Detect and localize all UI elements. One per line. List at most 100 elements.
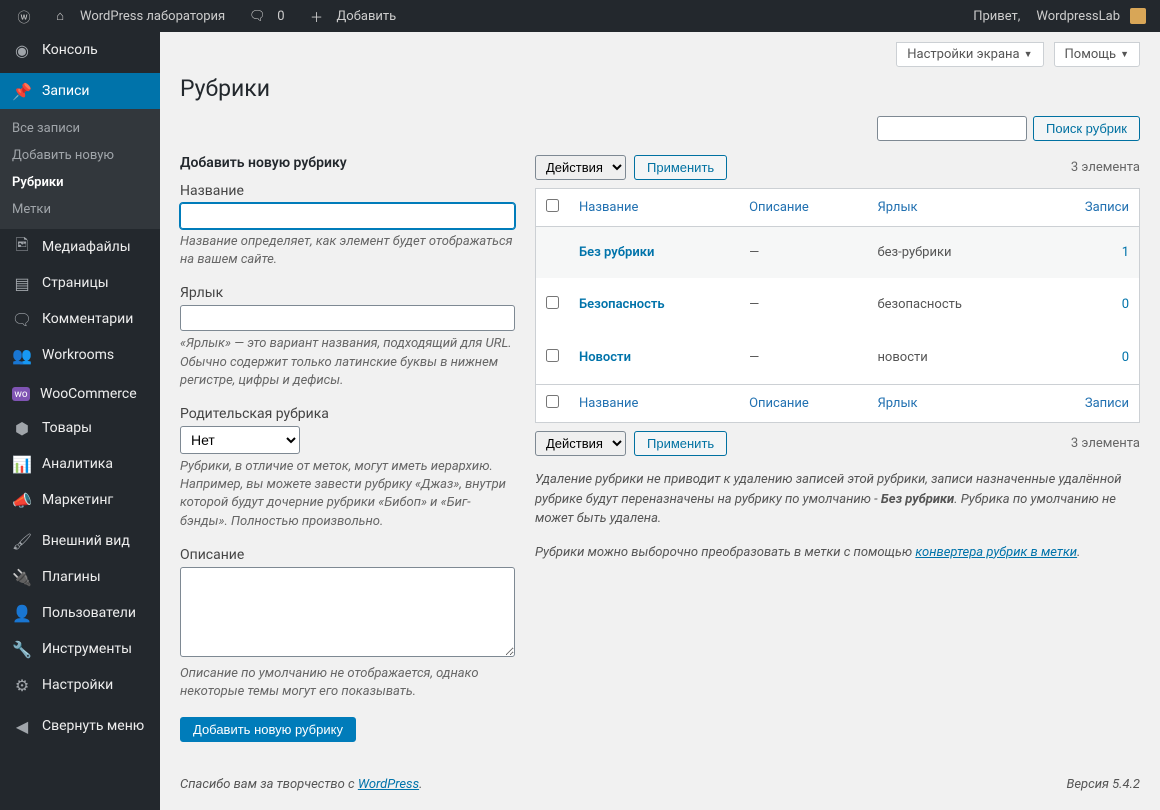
footer: Спасибо вам за творчество с WordPress. В… (160, 759, 1160, 810)
name-help: Название определяет, как элемент будет о… (180, 233, 515, 269)
submit-button[interactable]: Добавить новую рубрику (180, 717, 356, 742)
submenu-posts: Все записи Добавить новую Рубрики Метки (0, 109, 160, 229)
items-count-bottom: 3 элемента (1071, 436, 1140, 451)
page-title: Рубрики (180, 75, 1140, 102)
wordpress-icon: ⓦ (14, 6, 34, 26)
posts-count-link[interactable]: 0 (1122, 297, 1129, 312)
menu-comments[interactable]: 🗨Комментарии (0, 301, 160, 337)
col-slug[interactable]: Ярлык (867, 384, 1035, 422)
menu-workrooms[interactable]: 👥Workrooms (0, 337, 160, 373)
bulk-action-select-bottom[interactable]: Действия (535, 431, 626, 456)
wp-logo[interactable]: ⓦ (8, 6, 40, 26)
chevron-down-icon: ▼ (1120, 49, 1129, 60)
add-new-link[interactable]: ＋Добавить (301, 6, 409, 26)
user-name: WordpressLab (1030, 9, 1126, 24)
category-name-link[interactable]: Безопасность (579, 297, 665, 312)
comments-link[interactable]: 🗨0 (241, 6, 296, 26)
table-row: Новости—новости0 (536, 331, 1139, 384)
menu-products[interactable]: ⬢Товары (0, 410, 160, 446)
box-icon: ⬢ (12, 418, 32, 438)
admin-menu: ◉Консоль 📌Записи Все записи Добавить нов… (0, 32, 160, 810)
bulk-action-select-top[interactable]: Действия (535, 155, 626, 180)
comments-count: 0 (271, 9, 290, 24)
user-icon: 👤 (12, 603, 32, 623)
submenu-categories[interactable]: Рубрики (0, 169, 160, 196)
category-slug: без-рубрики (867, 227, 1035, 278)
brush-icon: 🖌 (12, 531, 32, 551)
account-link[interactable]: Привет, WordpressLab (961, 8, 1152, 24)
menu-dashboard[interactable]: ◉Консоль (0, 32, 160, 68)
chevron-left-icon: ◀ (12, 716, 32, 736)
site-link[interactable]: ⌂ WordPress лаборатория (44, 6, 237, 26)
col-name[interactable]: Название (569, 189, 739, 227)
col-posts[interactable]: Записи (1036, 189, 1139, 227)
posts-count-link[interactable]: 1 (1122, 245, 1129, 260)
dashboard-icon: ◉ (12, 40, 32, 60)
name-label: Название (180, 183, 515, 199)
avatar-icon (1130, 8, 1146, 24)
woo-icon: wo (12, 387, 30, 401)
help-button[interactable]: Помощь ▼ (1054, 42, 1140, 67)
search-input[interactable] (877, 116, 1027, 141)
row-checkbox[interactable] (546, 296, 559, 309)
menu-analytics[interactable]: 📊Аналитика (0, 446, 160, 482)
items-count-top: 3 элемента (1071, 160, 1140, 175)
select-all-top[interactable] (546, 199, 559, 212)
menu-settings[interactable]: ⚙Настройки (0, 667, 160, 703)
row-checkbox[interactable] (546, 349, 559, 362)
home-icon: ⌂ (50, 6, 70, 26)
categories-table: Название Описание Ярлык Записи Без рубри… (535, 188, 1140, 423)
slug-label: Ярлык (180, 285, 515, 301)
col-name[interactable]: Название (569, 384, 739, 422)
menu-plugins[interactable]: 🔌Плагины (0, 559, 160, 595)
menu-woocommerce[interactable]: woWooCommerce (0, 378, 160, 410)
col-posts[interactable]: Записи (1036, 384, 1139, 422)
screen-options-button[interactable]: Настройки экрана ▼ (896, 42, 1043, 67)
submenu-all-posts[interactable]: Все записи (0, 115, 160, 142)
chevron-down-icon: ▼ (1024, 49, 1033, 60)
admin-toolbar: ⓦ ⌂ WordPress лаборатория 🗨0 ＋Добавить Пр… (0, 0, 1160, 32)
pin-icon: 📌 (12, 81, 32, 101)
wordpress-link[interactable]: WordPress (358, 777, 419, 792)
parent-select[interactable]: Нет (180, 426, 300, 454)
menu-users[interactable]: 👤Пользователи (0, 595, 160, 631)
apply-button-top[interactable]: Применить (634, 155, 727, 180)
category-name-link[interactable]: Новости (579, 350, 631, 365)
col-slug[interactable]: Ярлык (867, 189, 1035, 227)
desc-textarea[interactable] (180, 567, 515, 657)
submenu-add-post[interactable]: Добавить новую (0, 142, 160, 169)
search-button[interactable]: Поиск рубрик (1033, 116, 1140, 141)
parent-help: Рубрики, в отличие от меток, могут иметь… (180, 458, 515, 531)
group-icon: 👥 (12, 345, 32, 365)
menu-collapse[interactable]: ◀Свернуть меню (0, 708, 160, 744)
category-desc: — (739, 278, 867, 331)
apply-button-bottom[interactable]: Применить (634, 431, 727, 456)
menu-pages[interactable]: ▤Страницы (0, 265, 160, 301)
menu-tools[interactable]: 🔧Инструменты (0, 631, 160, 667)
converter-link[interactable]: конвертера рубрик в метки (915, 545, 1077, 560)
add-new-label: Добавить (331, 9, 403, 24)
convert-note: Рубрики можно выборочно преобразовать в … (535, 543, 1140, 563)
menu-marketing[interactable]: 📣Маркетинг (0, 482, 160, 518)
select-all-bottom[interactable] (546, 395, 559, 408)
menu-media[interactable]: 🖻Медиафайлы (0, 229, 160, 265)
desc-label: Описание (180, 547, 515, 563)
submenu-tags[interactable]: Метки (0, 196, 160, 223)
sliders-icon: ⚙ (12, 675, 32, 695)
menu-appearance[interactable]: 🖌Внешний вид (0, 523, 160, 559)
col-desc[interactable]: Описание (739, 384, 867, 422)
delete-note: Удаление рубрики не приводит к удалению … (535, 470, 1140, 529)
category-slug: безопасность (867, 278, 1035, 331)
col-desc[interactable]: Описание (739, 189, 867, 227)
category-desc: — (739, 331, 867, 384)
name-input[interactable] (180, 203, 515, 229)
table-row: Безопасность —безопасность 0 (536, 278, 1139, 331)
menu-posts[interactable]: 📌Записи (0, 73, 160, 109)
category-name-link[interactable]: Без рубрики (579, 245, 654, 260)
posts-count-link[interactable]: 0 (1122, 350, 1129, 365)
form-title: Добавить новую рубрику (180, 155, 515, 171)
megaphone-icon: 📣 (12, 490, 32, 510)
slug-input[interactable] (180, 305, 515, 331)
comment-icon: 🗨 (12, 309, 32, 329)
site-title: WordPress лаборатория (74, 9, 231, 24)
